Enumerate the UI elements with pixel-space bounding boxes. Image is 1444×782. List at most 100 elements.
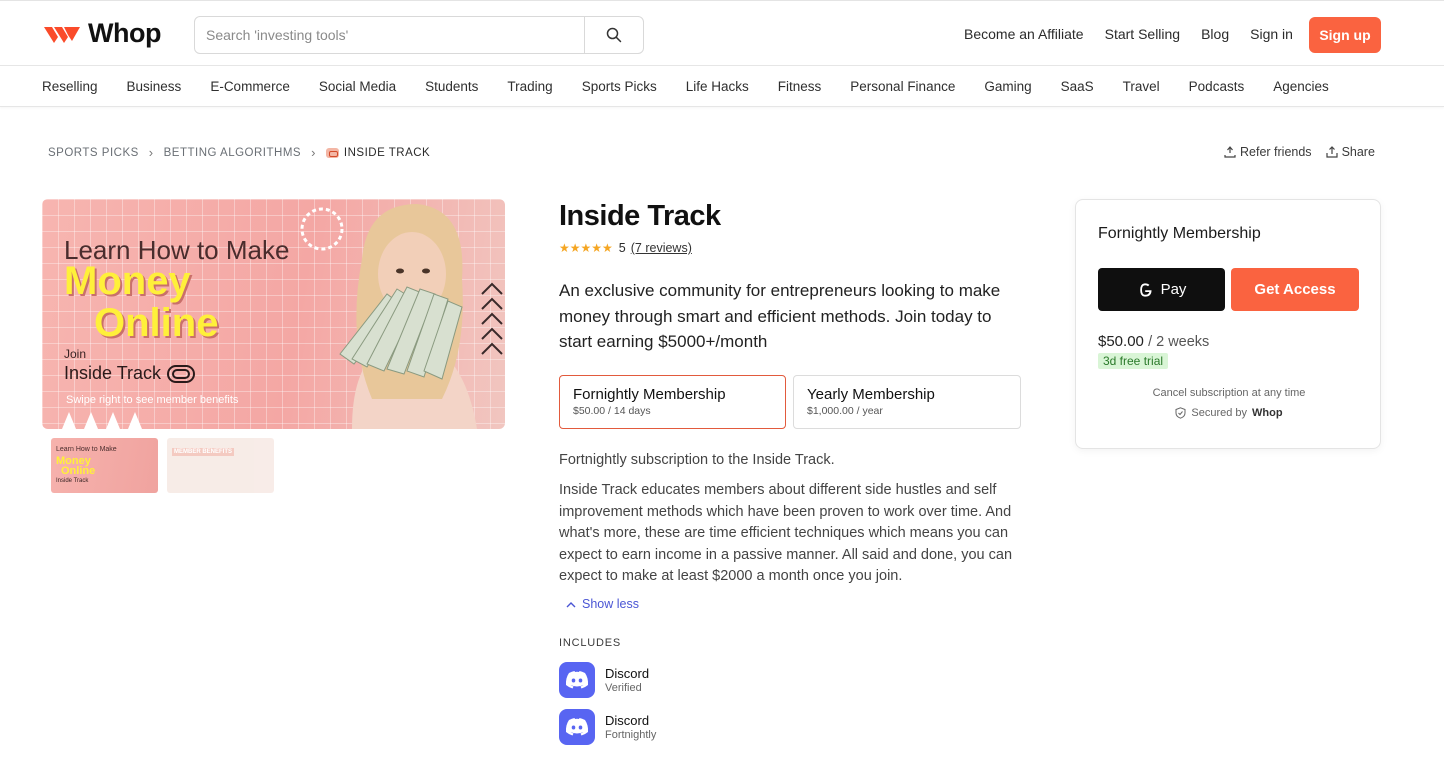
price-period: / 2 weeks bbox=[1148, 334, 1210, 350]
chevron-up-icon bbox=[566, 601, 576, 607]
category-sports-picks[interactable]: Sports Picks bbox=[582, 79, 657, 94]
search-icon bbox=[606, 27, 622, 43]
category-agencies[interactable]: Agencies bbox=[1273, 79, 1329, 94]
breadcrumb-inside-track-label: INSIDE TRACK bbox=[343, 146, 431, 159]
discord-icon bbox=[559, 662, 595, 698]
chevron-right-icon: › bbox=[311, 145, 316, 160]
get-access-button[interactable]: Get Access bbox=[1231, 268, 1359, 311]
refer-icon bbox=[1224, 146, 1236, 158]
include-item-discord-fortnightly[interactable]: Discord Fortnightly bbox=[559, 709, 656, 745]
category-students[interactable]: Students bbox=[425, 79, 478, 94]
show-less-label: Show less bbox=[582, 597, 639, 611]
category-personal-finance[interactable]: Personal Finance bbox=[850, 79, 955, 94]
plan-description-short: Fortnightly subscription to the Inside T… bbox=[559, 452, 835, 468]
share-button[interactable]: Share bbox=[1325, 145, 1375, 159]
nav-become-affiliate[interactable]: Become an Affiliate bbox=[964, 26, 1084, 42]
category-ecommerce[interactable]: E-Commerce bbox=[210, 79, 290, 94]
thumbnail-online-text: Online bbox=[61, 465, 96, 477]
triangle-decoration bbox=[84, 412, 98, 429]
triangle-decoration bbox=[62, 412, 76, 429]
google-pay-button[interactable]: Pay bbox=[1098, 268, 1225, 311]
refer-friends-label: Refer friends bbox=[1240, 145, 1312, 159]
plan-yearly[interactable]: Yearly Membership $1,000.00 / year bbox=[793, 375, 1021, 429]
star-rating-icon: ★★★★★ bbox=[559, 241, 613, 255]
hero-money-text: Money bbox=[64, 259, 191, 303]
chevron-right-icon: › bbox=[148, 145, 154, 160]
category-gaming[interactable]: Gaming bbox=[984, 79, 1031, 94]
nav-blog[interactable]: Blog bbox=[1201, 26, 1229, 42]
google-pay-label: Pay bbox=[1160, 281, 1187, 298]
share-icon bbox=[1325, 146, 1338, 158]
plan-fortnightly[interactable]: Fornightly Membership $50.00 / 14 days bbox=[559, 375, 786, 429]
thumbnail-benefits-text: MEMBER BENEFITS bbox=[172, 448, 235, 456]
discord-icon bbox=[559, 709, 595, 745]
include-item-text: Discord Fortnightly bbox=[605, 713, 656, 741]
search-button[interactable] bbox=[584, 17, 643, 53]
triangle-decoration bbox=[128, 412, 142, 429]
hero-swipe-text: Swipe right to see member benefits bbox=[66, 394, 239, 406]
triangle-decoration bbox=[106, 412, 120, 429]
top-header: Whop Become an Affiliate Start Selling B… bbox=[0, 0, 1444, 66]
google-g-icon bbox=[1139, 282, 1152, 297]
breadcrumb: SPORTS PICKS › BETTING ALGORITHMS › INSI… bbox=[48, 145, 430, 160]
plan-name: Yearly Membership bbox=[807, 386, 935, 403]
nav-start-selling[interactable]: Start Selling bbox=[1105, 26, 1180, 42]
include-item-sub: Verified bbox=[605, 682, 642, 694]
search-input[interactable] bbox=[195, 17, 584, 53]
includes-heading: INCLUDES bbox=[559, 637, 622, 649]
hero-online-text: Online bbox=[94, 301, 219, 345]
category-podcasts[interactable]: Podcasts bbox=[1189, 79, 1245, 94]
top-nav: Become an Affiliate Start Selling Blog S… bbox=[964, 1, 1314, 67]
plan-price: $50.00 / 14 days bbox=[573, 405, 651, 417]
product-hero-image[interactable]: Learn How to Make Money Online Join Insi… bbox=[42, 199, 505, 429]
include-item-text: Discord Verified bbox=[605, 666, 649, 694]
whop-logo[interactable]: Whop bbox=[42, 18, 161, 49]
nav-sign-in[interactable]: Sign in bbox=[1250, 26, 1293, 42]
plan-description-long: Inside Track educates members about diff… bbox=[559, 482, 1013, 585]
page-actions: Refer friends Share bbox=[1224, 145, 1375, 159]
hero-track-text: Inside Track bbox=[64, 363, 196, 384]
breadcrumb-betting-algorithms[interactable]: BETTING ALGORITHMS bbox=[164, 147, 301, 159]
category-fitness[interactable]: Fitness bbox=[778, 79, 822, 94]
shield-icon bbox=[1175, 407, 1186, 419]
plan-price: $1,000.00 / year bbox=[807, 405, 883, 417]
reviews-link[interactable]: (7 reviews) bbox=[631, 241, 692, 255]
rating-value: 5 bbox=[618, 241, 626, 255]
thumbnail-headline: Learn How to Make bbox=[56, 446, 117, 453]
category-reselling[interactable]: Reselling bbox=[42, 79, 98, 94]
image-thumbnails: Learn How to Make Money Online Inside Tr… bbox=[51, 438, 274, 493]
thumbnail-track-text: Inside Track bbox=[56, 478, 89, 484]
product-title: Inside Track bbox=[559, 200, 721, 232]
include-item-name: Discord bbox=[605, 713, 650, 728]
plan-name: Fornightly Membership bbox=[573, 386, 726, 403]
checkout-plan-title: Fornightly Membership bbox=[1098, 225, 1261, 242]
include-item-discord-verified[interactable]: Discord Verified bbox=[559, 662, 649, 698]
cancel-note: Cancel subscription at any time bbox=[1152, 387, 1306, 399]
show-less-button[interactable]: Show less bbox=[566, 597, 639, 611]
secured-by-brand: Whop bbox=[1252, 407, 1283, 419]
category-social-media[interactable]: Social Media bbox=[319, 79, 396, 94]
logo-text: Whop bbox=[88, 18, 161, 48]
category-saas[interactable]: SaaS bbox=[1061, 79, 1094, 94]
thumbnail-1[interactable]: Learn How to Make Money Online Inside Tr… bbox=[51, 438, 158, 493]
category-travel[interactable]: Travel bbox=[1123, 79, 1160, 94]
inside-track-icon bbox=[325, 147, 339, 158]
track-logo-icon bbox=[167, 364, 196, 383]
price-amount: $50.00 bbox=[1098, 333, 1144, 350]
product-rating: ★★★★★ 5 (7 reviews) bbox=[559, 241, 692, 255]
breadcrumb-inside-track[interactable]: INSIDE TRACK bbox=[325, 146, 431, 159]
refer-friends-button[interactable]: Refer friends bbox=[1224, 145, 1312, 159]
share-label: Share bbox=[1341, 145, 1375, 159]
category-bar: Reselling Business E-Commerce Social Med… bbox=[0, 66, 1444, 107]
category-life-hacks[interactable]: Life Hacks bbox=[686, 79, 749, 94]
breadcrumb-sports-picks[interactable]: SPORTS PICKS bbox=[48, 147, 139, 159]
thumbnail-2[interactable]: MEMBER BENEFITS bbox=[167, 438, 274, 493]
secured-by-label: Secured by bbox=[1191, 407, 1248, 419]
category-trading[interactable]: Trading bbox=[507, 79, 552, 94]
free-trial-badge: 3d free trial bbox=[1098, 353, 1169, 369]
hero-join-text: Join bbox=[64, 347, 87, 361]
sign-up-button[interactable]: Sign up bbox=[1309, 17, 1381, 53]
category-business[interactable]: Business bbox=[127, 79, 182, 94]
include-item-sub: Fortnightly bbox=[605, 729, 657, 741]
product-tagline: An exclusive community for entrepreneurs… bbox=[559, 281, 1001, 351]
